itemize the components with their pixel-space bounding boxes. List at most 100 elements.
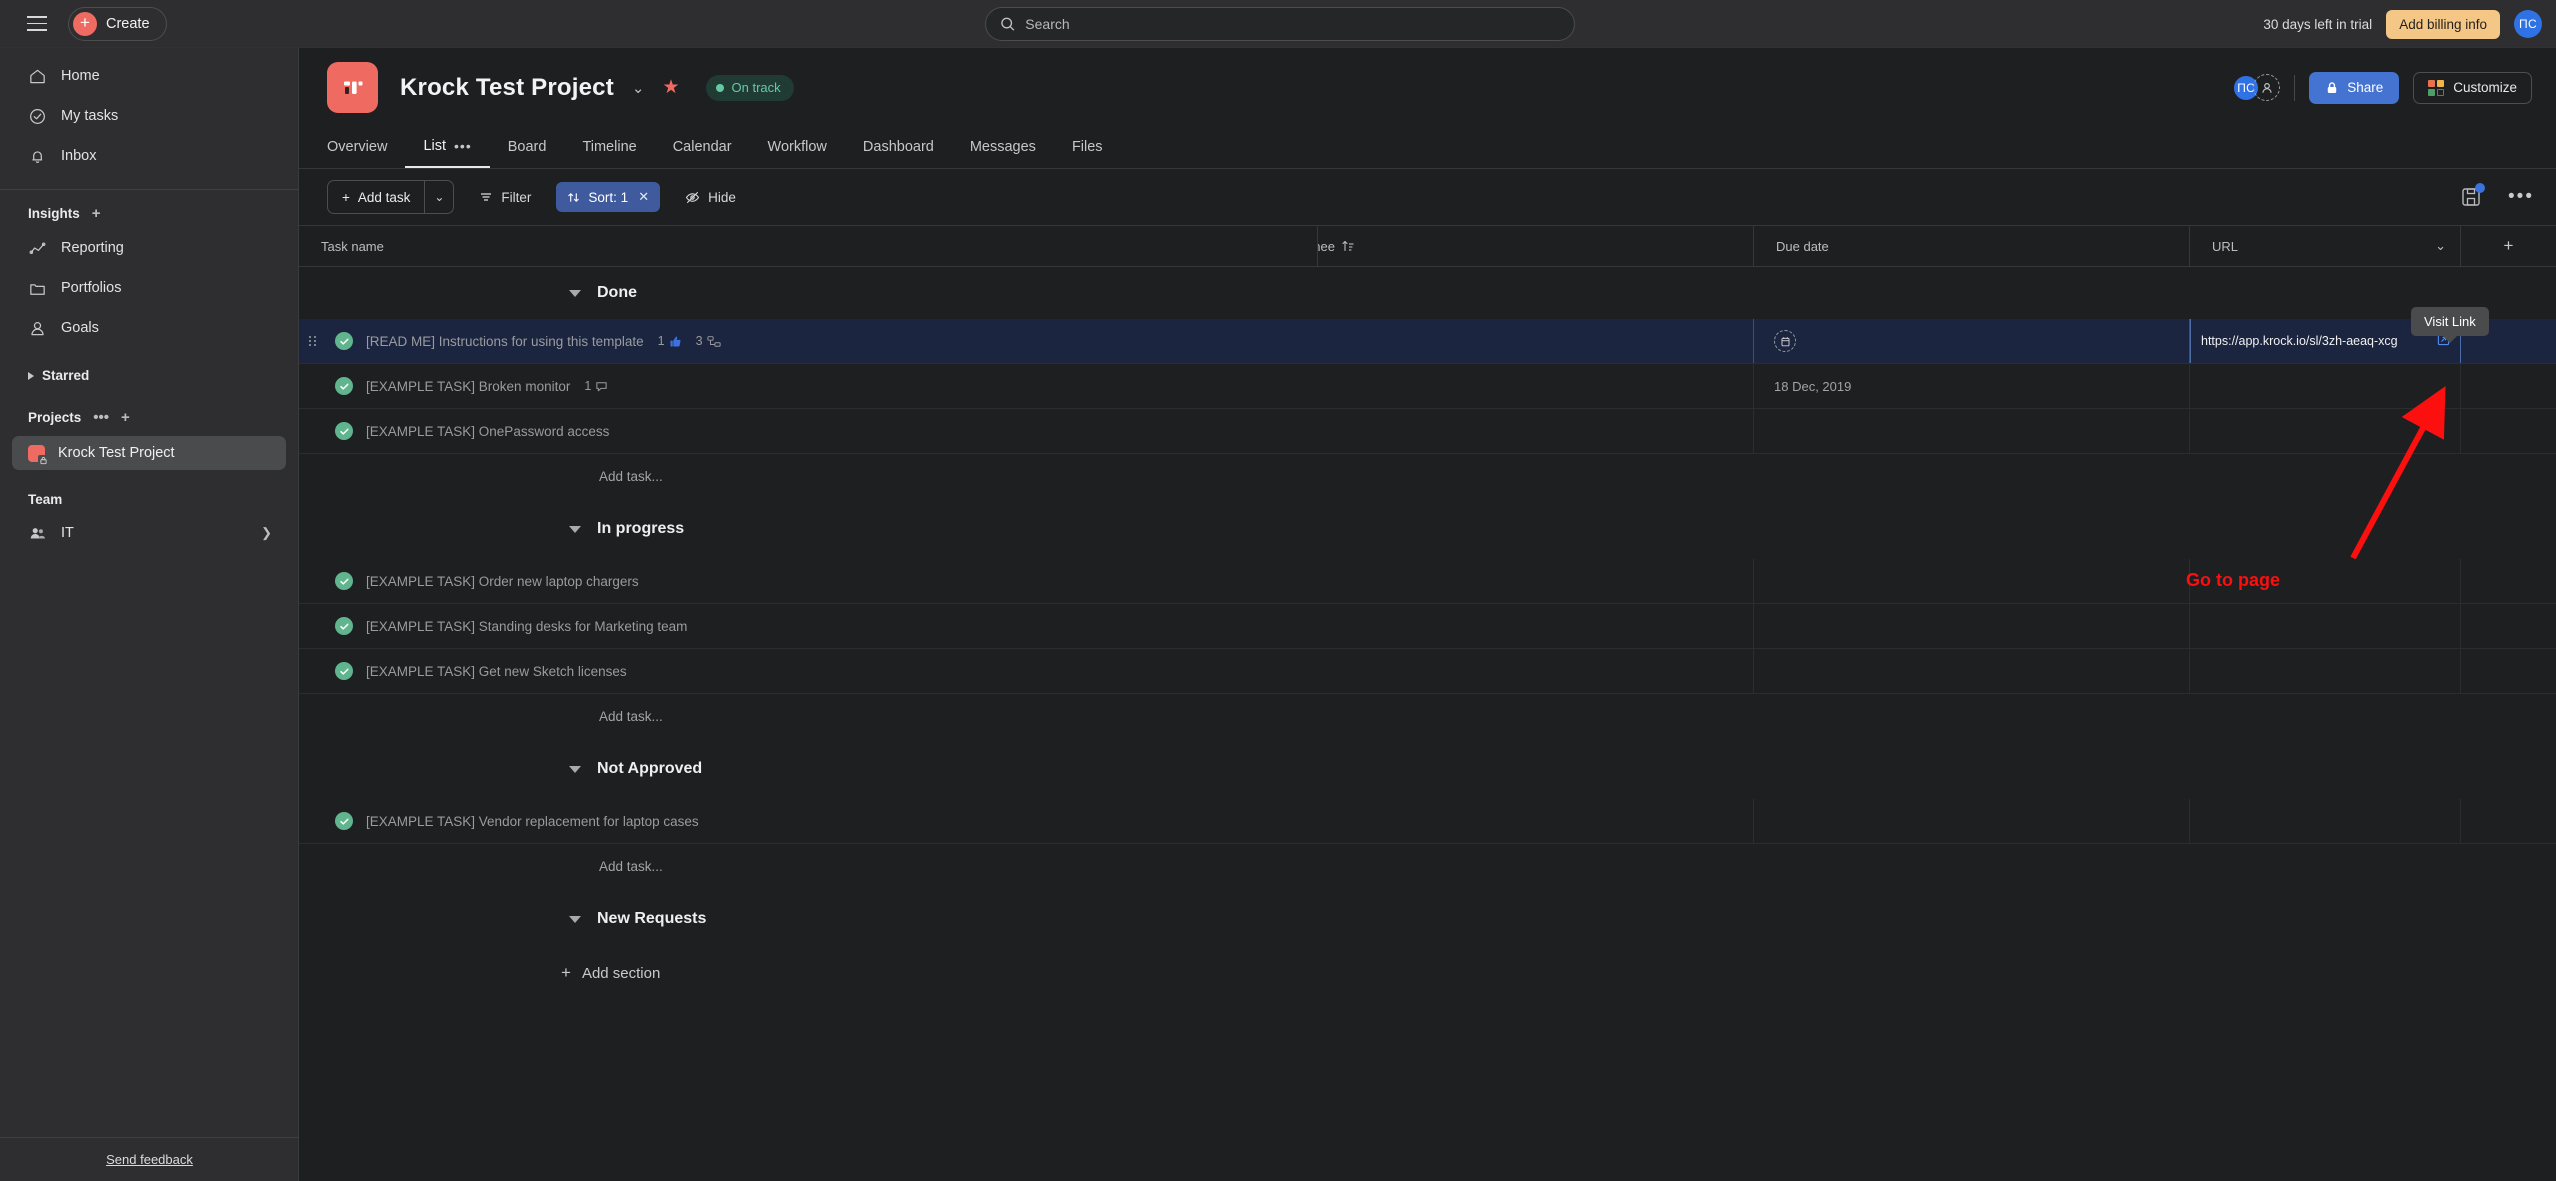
status-badge[interactable]: On track xyxy=(705,74,794,101)
task-complete-checkbox[interactable] xyxy=(335,422,353,440)
task-complete-checkbox[interactable] xyxy=(335,332,353,350)
tab-more-icon[interactable]: ••• xyxy=(454,138,472,154)
add-task-button[interactable]: + Add task xyxy=(327,180,425,214)
section-header-in-progress[interactable]: In progress xyxy=(299,499,2556,559)
task-name-cell[interactable]: [EXAMPLE TASK] Broken monitor 1 xyxy=(299,364,1318,408)
add-task-inline-not-approved[interactable]: Add task... xyxy=(299,844,2556,889)
more-horizontal-icon[interactable]: ••• xyxy=(2508,187,2534,206)
table-row[interactable]: [EXAMPLE TASK] Broken monitor 1 18 Dec, … xyxy=(299,364,2556,409)
table-row[interactable]: [EXAMPLE TASK] Vendor replacement for la… xyxy=(299,799,2556,844)
chevron-down-icon[interactable]: ⌄ xyxy=(2435,238,2446,254)
tab-messages[interactable]: Messages xyxy=(952,126,1054,168)
due-date-cell[interactable] xyxy=(1754,559,2190,603)
sidebar-item-portfolios[interactable]: Portfolios xyxy=(0,268,298,308)
due-date-cell[interactable] xyxy=(1754,649,2190,693)
chevron-down-icon[interactable] xyxy=(569,915,581,923)
url-cell[interactable] xyxy=(2190,649,2461,693)
hamburger-icon[interactable] xyxy=(20,7,54,41)
starred-header[interactable]: Starred xyxy=(0,362,298,389)
column-header-url[interactable]: URL ⌄ xyxy=(2190,226,2461,266)
add-billing-info-button[interactable]: Add billing info xyxy=(2386,9,2500,39)
task-name-cell[interactable]: [EXAMPLE TASK] OnePassword access xyxy=(299,409,1318,453)
tab-list[interactable]: List ••• xyxy=(405,126,490,168)
table-row[interactable]: [EXAMPLE TASK] Get new Sketch licenses xyxy=(299,649,2556,694)
comment-count[interactable]: 1 xyxy=(584,379,608,393)
avatar[interactable]: ПС xyxy=(2514,10,2542,38)
due-date-cell[interactable] xyxy=(1754,409,2190,453)
section-header-new-requests[interactable]: New Requests xyxy=(299,889,2556,949)
tab-dashboard[interactable]: Dashboard xyxy=(845,126,952,168)
chevron-down-icon[interactable] xyxy=(569,289,581,297)
sidebar-item-my-tasks[interactable]: My tasks xyxy=(0,96,298,136)
column-header-task-name[interactable]: Task name xyxy=(299,226,1318,266)
add-section-button[interactable]: + Add section xyxy=(299,949,2556,997)
chevron-right-icon[interactable]: ❯ xyxy=(261,525,272,541)
task-complete-checkbox[interactable] xyxy=(335,662,353,680)
add-task-dropdown-button[interactable]: ⌄ xyxy=(424,180,455,214)
table-row[interactable]: [EXAMPLE TASK] OnePassword access xyxy=(299,409,2556,454)
filter-button[interactable]: Filter xyxy=(468,182,542,212)
sidebar-item-krock-test-project[interactable]: Krock Test Project xyxy=(12,436,286,470)
assignee-cell[interactable] xyxy=(1318,604,1754,648)
hide-button[interactable]: Hide xyxy=(674,182,747,212)
sidebar-item-reporting[interactable]: Reporting xyxy=(0,228,298,268)
assignee-cell[interactable] xyxy=(1318,409,1754,453)
task-name-cell[interactable]: [EXAMPLE TASK] Vendor replacement for la… xyxy=(299,799,1318,843)
star-icon[interactable]: ★ xyxy=(662,76,679,99)
sidebar-item-goals[interactable]: Goals xyxy=(0,308,298,348)
url-cell[interactable] xyxy=(2190,409,2461,453)
assignee-cell[interactable] xyxy=(1318,559,1754,603)
calendar-icon[interactable] xyxy=(1774,330,1796,352)
task-complete-checkbox[interactable] xyxy=(335,617,353,635)
chevron-down-icon[interactable] xyxy=(569,765,581,773)
task-complete-checkbox[interactable] xyxy=(335,377,353,395)
assignee-cell[interactable] xyxy=(1318,319,1754,363)
task-name-cell[interactable]: [READ ME] Instructions for using this te… xyxy=(299,319,1318,363)
due-date-cell[interactable]: 18 Dec, 2019 xyxy=(1754,364,2190,408)
section-header-done[interactable]: Done xyxy=(299,267,2556,319)
column-header-due-date[interactable]: Due date xyxy=(1754,226,2190,266)
column-header-assignee[interactable]: gnee xyxy=(1318,226,1754,266)
chevron-down-icon[interactable]: ⌄ xyxy=(632,79,645,97)
sort-button[interactable]: Sort: 1 ✕ xyxy=(556,182,661,212)
table-row[interactable]: [READ ME] Instructions for using this te… xyxy=(299,319,2556,364)
due-date-cell[interactable] xyxy=(1754,319,2190,363)
clear-sort-icon[interactable]: ✕ xyxy=(638,189,649,205)
search-box[interactable] xyxy=(985,7,1575,41)
tab-overview[interactable]: Overview xyxy=(327,126,405,168)
add-project-icon[interactable]: + xyxy=(121,409,130,426)
tab-calendar[interactable]: Calendar xyxy=(655,126,750,168)
create-button[interactable]: + Create xyxy=(68,6,167,41)
add-member-icon[interactable] xyxy=(2253,74,2281,101)
sidebar-item-it[interactable]: IT ❯ xyxy=(0,513,298,553)
subtask-count[interactable]: 3 xyxy=(696,334,721,348)
add-insight-icon[interactable]: + xyxy=(92,205,101,222)
sidebar-item-home[interactable]: Home xyxy=(0,56,298,96)
task-name-cell[interactable]: [EXAMPLE TASK] Standing desks for Market… xyxy=(299,604,1318,648)
assignee-cell[interactable] xyxy=(1318,799,1754,843)
add-column-button[interactable]: + xyxy=(2461,226,2556,266)
chevron-down-icon[interactable] xyxy=(569,525,581,533)
due-date-cell[interactable] xyxy=(1754,799,2190,843)
like-count[interactable]: 1 xyxy=(658,334,682,348)
table-row[interactable]: [EXAMPLE TASK] Standing desks for Market… xyxy=(299,604,2556,649)
task-complete-checkbox[interactable] xyxy=(335,572,353,590)
add-task-inline-done[interactable]: Add task... xyxy=(299,454,2556,499)
task-complete-checkbox[interactable] xyxy=(335,812,353,830)
due-date-cell[interactable] xyxy=(1754,604,2190,648)
url-cell[interactable] xyxy=(2190,604,2461,648)
assignee-cell[interactable] xyxy=(1318,649,1754,693)
save-icon[interactable] xyxy=(2460,183,2486,208)
assignee-cell[interactable] xyxy=(1318,364,1754,408)
tab-workflow[interactable]: Workflow xyxy=(750,126,845,168)
add-task-inline-in-progress[interactable]: Add task... xyxy=(299,694,2556,739)
tab-timeline[interactable]: Timeline xyxy=(564,126,654,168)
url-cell[interactable] xyxy=(2190,799,2461,843)
share-button[interactable]: Share xyxy=(2309,71,2400,104)
tab-files[interactable]: Files xyxy=(1054,126,1121,168)
url-value[interactable]: https://app.krock.io/sl/3zh-aeaq-xcg xyxy=(2201,334,2431,348)
drag-handle-icon[interactable] xyxy=(299,336,325,346)
task-name-cell[interactable]: [EXAMPLE TASK] Order new laptop chargers xyxy=(299,559,1318,603)
search-input[interactable] xyxy=(1025,16,1560,32)
tab-board[interactable]: Board xyxy=(490,126,565,168)
